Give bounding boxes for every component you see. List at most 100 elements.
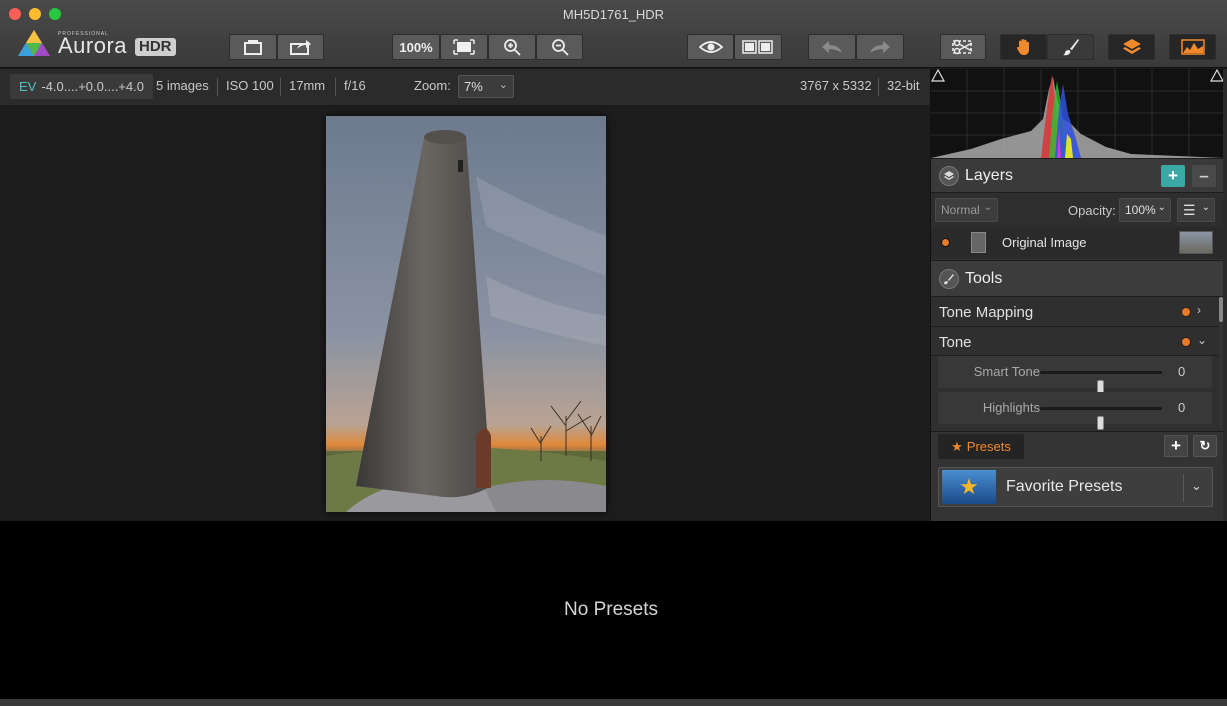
ev-value: -4.0....+0.0....+4.0 (41, 79, 144, 94)
toolbar: MH5D1761_HDR PROFESSIONAL Aurora HDR 100… (0, 0, 1227, 68)
histogram (931, 69, 1224, 158)
fit-screen-button[interactable] (440, 34, 488, 60)
panel-scrollbar[interactable] (1223, 69, 1227, 521)
refresh-presets-button[interactable]: ↻ (1193, 435, 1217, 457)
smart-tone-slider[interactable] (1040, 371, 1162, 394)
eye-icon (698, 41, 723, 53)
chevron-down-icon: ⌄ (1201, 202, 1210, 213)
tools-section-icon (939, 269, 959, 289)
slider-thumb[interactable] (1097, 416, 1104, 430)
opacity-label: Opacity: (1068, 203, 1116, 218)
share-button[interactable] (277, 34, 324, 60)
preset-category-select[interactable]: ★ Favorite Presets ⌄ (938, 467, 1213, 507)
layer-item[interactable]: Original Image (931, 227, 1224, 259)
presets-tab-label: Presets (966, 439, 1011, 454)
tool-tone[interactable]: Tone ⌄ (931, 327, 1219, 356)
zoom-select-value: 7% (464, 79, 483, 94)
chevron-right-icon: › (1197, 303, 1201, 317)
open-button[interactable] (229, 34, 277, 60)
tone-controls: Smart Tone 0 Highlights 0 (931, 356, 1219, 431)
add-layer-button[interactable]: + (1161, 165, 1185, 187)
tools-section-header[interactable]: Tools (931, 260, 1224, 297)
tool-enabled-dot[interactable] (1182, 338, 1190, 346)
highlights-slider-row: Highlights 0 (938, 392, 1212, 430)
layers-title: Layers (965, 167, 1014, 184)
undo-icon (822, 41, 842, 53)
compare-icon (742, 40, 773, 54)
histogram-toggle-button[interactable] (1169, 34, 1216, 60)
window-title: MH5D1761_HDR (562, 7, 665, 22)
tool-tone-mapping-label: Tone Mapping (939, 304, 1034, 321)
hdr-photo (326, 116, 606, 512)
smart-tone-slider-row: Smart Tone 0 (938, 356, 1212, 394)
opacity-value: 100% (1125, 203, 1156, 217)
opacity-select[interactable]: 100% ⌄ (1119, 198, 1171, 222)
aperture-value: f/16 (344, 78, 366, 93)
hand-icon (1016, 39, 1029, 55)
redo-icon (870, 41, 890, 53)
image-count: 5 images (156, 78, 209, 93)
layer-menu-button[interactable]: ☰ ⌄ (1177, 198, 1215, 222)
chevron-down-icon: ⌄ (498, 79, 508, 91)
brush-tool-button[interactable] (1047, 34, 1094, 60)
hand-tool-button[interactable] (1000, 34, 1047, 60)
ev-label: EV (19, 79, 37, 94)
crop-icon (952, 39, 973, 55)
presets-tab[interactable]: ★ Presets (938, 434, 1024, 459)
crop-button[interactable] (940, 34, 986, 60)
blend-mode-value: Normal (941, 203, 980, 217)
layers-section-header[interactable]: Layers + – (931, 158, 1224, 193)
layers-icon (1122, 39, 1141, 54)
tool-tone-label: Tone (939, 334, 972, 351)
zoom-out-button[interactable] (536, 34, 583, 60)
presets-bar: ★ Presets + ↻ ★ Favorite Presets ⌄ (931, 431, 1224, 521)
smart-tone-value: 0 (1178, 364, 1186, 379)
layer-image-thumbnail (1179, 231, 1213, 254)
ev-range-badge: EV -4.0....+0.0....+4.0 (10, 74, 153, 99)
image-canvas[interactable] (0, 105, 930, 521)
presets-strip: No Presets (0, 521, 1227, 699)
remove-layer-button[interactable]: – (1192, 165, 1216, 187)
redo-button[interactable] (856, 34, 904, 60)
tool-enabled-dot[interactable] (1182, 308, 1190, 316)
undo-button[interactable] (808, 34, 856, 60)
preset-category-name: Favorite Presets (1006, 478, 1123, 495)
highlights-label: Highlights (982, 400, 1040, 415)
layer-visibility-dot[interactable] (942, 239, 949, 246)
bit-depth: 32-bit (887, 78, 920, 93)
zoom-in-button[interactable] (488, 34, 536, 60)
favorite-star-icon: ★ (942, 470, 996, 504)
compare-button[interactable] (734, 34, 782, 60)
star-icon: ★ (951, 438, 963, 454)
chevron-down-icon: ⌄ (1191, 478, 1202, 493)
chevron-down-icon: ⌄ (983, 202, 992, 213)
menu-icon: ☰ (1183, 201, 1196, 218)
tool-tone-mapping[interactable]: Tone Mapping › (931, 297, 1219, 327)
tower-photo-image (326, 116, 606, 512)
zoom-out-icon (551, 39, 569, 56)
layer-controls: Normal ⌄ Opacity: 100% ⌄ ☰ ⌄ (931, 193, 1224, 227)
zoom-100-button[interactable]: 100% (392, 34, 440, 60)
plus-icon: + (1168, 166, 1178, 185)
layers-toggle-button[interactable] (1108, 34, 1155, 60)
blend-mode-select[interactable]: Normal ⌄ (935, 198, 998, 222)
zoom-select[interactable]: 7% ⌄ (458, 75, 514, 98)
share-icon (289, 40, 311, 55)
open-icon (244, 40, 262, 55)
logo-hdr-badge: HDR (135, 38, 176, 56)
smart-tone-label: Smart Tone (973, 364, 1040, 379)
layers-section-icon (939, 166, 959, 186)
aurora-logo-icon (18, 30, 50, 56)
image-info-bar: EV -4.0....+0.0....+4.0 5 images ISO 100… (0, 69, 930, 105)
zoom-in-icon (504, 39, 521, 56)
histogram-icon (1180, 39, 1205, 55)
preview-button[interactable] (687, 34, 734, 60)
add-preset-button[interactable]: + (1164, 435, 1188, 457)
plus-icon: + (1171, 436, 1181, 455)
window-bottom-edge (0, 699, 1227, 706)
app-window: MH5D1761_HDR PROFESSIONAL Aurora HDR 100… (0, 0, 1227, 706)
image-dimensions: 3767 x 5332 (800, 78, 872, 93)
highlights-slider[interactable] (1040, 407, 1162, 430)
layer-mask-thumbnail (971, 232, 986, 253)
iso-value: ISO 100 (226, 78, 274, 93)
